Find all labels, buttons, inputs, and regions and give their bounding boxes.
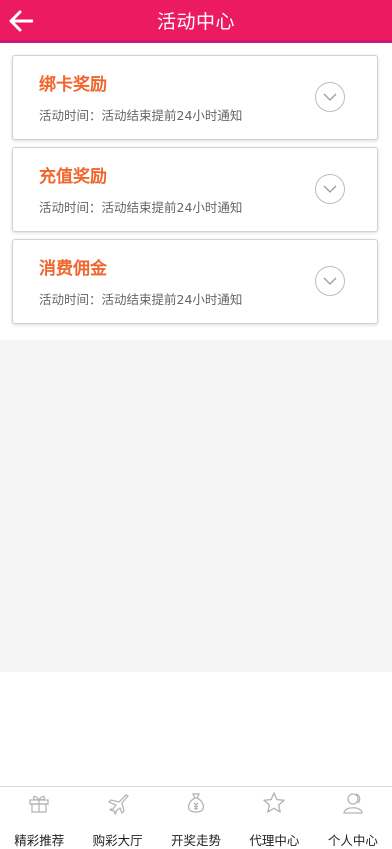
- activity-time: 活动时间：活动结束提前24小时通知: [39, 200, 243, 215]
- tab-lottery-hall[interactable]: 购彩大厅: [78, 787, 156, 849]
- arrow-left-icon: [9, 10, 33, 32]
- activity-list: 绑卡奖励 活动时间：活动结束提前24小时通知 充值奖励 活动时间：活动结束提前2…: [0, 46, 392, 332]
- back-button[interactable]: [8, 8, 34, 34]
- bottom-tabbar: 精彩推荐 购彩大厅 开奖走势 代理中心 个人中心: [0, 786, 392, 849]
- activity-time: 活动时间：活动结束提前24小时通知: [39, 292, 243, 307]
- activity-card-recharge[interactable]: 充值奖励 活动时间：活动结束提前24小时通知: [12, 147, 378, 232]
- tab-draw-trend[interactable]: 开奖走势: [157, 787, 235, 849]
- expand-toggle[interactable]: [315, 266, 345, 296]
- chevron-down-icon: [323, 93, 337, 101]
- money-bag-icon: [183, 791, 209, 815]
- tab-label: 代理中心: [249, 833, 300, 848]
- expand-toggle[interactable]: [315, 174, 345, 204]
- user-icon: [340, 791, 366, 815]
- page-title: 活动中心: [156, 10, 235, 33]
- activity-time: 活动时间：活动结束提前24小时通知: [39, 108, 243, 123]
- tab-agent-center[interactable]: 代理中心: [235, 787, 313, 849]
- gift-icon: [26, 791, 52, 815]
- expand-toggle[interactable]: [315, 82, 345, 112]
- activity-title: 充值奖励: [39, 167, 107, 187]
- chevron-down-icon: [323, 185, 337, 193]
- activity-title: 绑卡奖励: [39, 75, 107, 95]
- app-header: 活动中心: [0, 0, 392, 43]
- tab-label: 精彩推荐: [14, 833, 65, 848]
- tab-label: 个人中心: [327, 833, 378, 848]
- tab-recommend[interactable]: 精彩推荐: [0, 787, 78, 849]
- airplane-icon: [105, 791, 131, 815]
- activity-title: 消费佣金: [39, 259, 107, 279]
- tab-label: 购彩大厅: [92, 833, 143, 848]
- chevron-down-icon: [323, 277, 337, 285]
- star-icon: [261, 791, 287, 815]
- tab-personal-center[interactable]: 个人中心: [314, 787, 392, 849]
- activity-card-commission[interactable]: 消费佣金 活动时间：活动结束提前24小时通知: [12, 239, 378, 324]
- activity-card-bind-card[interactable]: 绑卡奖励 活动时间：活动结束提前24小时通知: [12, 55, 378, 140]
- tab-label: 开奖走势: [171, 833, 222, 848]
- empty-content-area: [0, 340, 392, 672]
